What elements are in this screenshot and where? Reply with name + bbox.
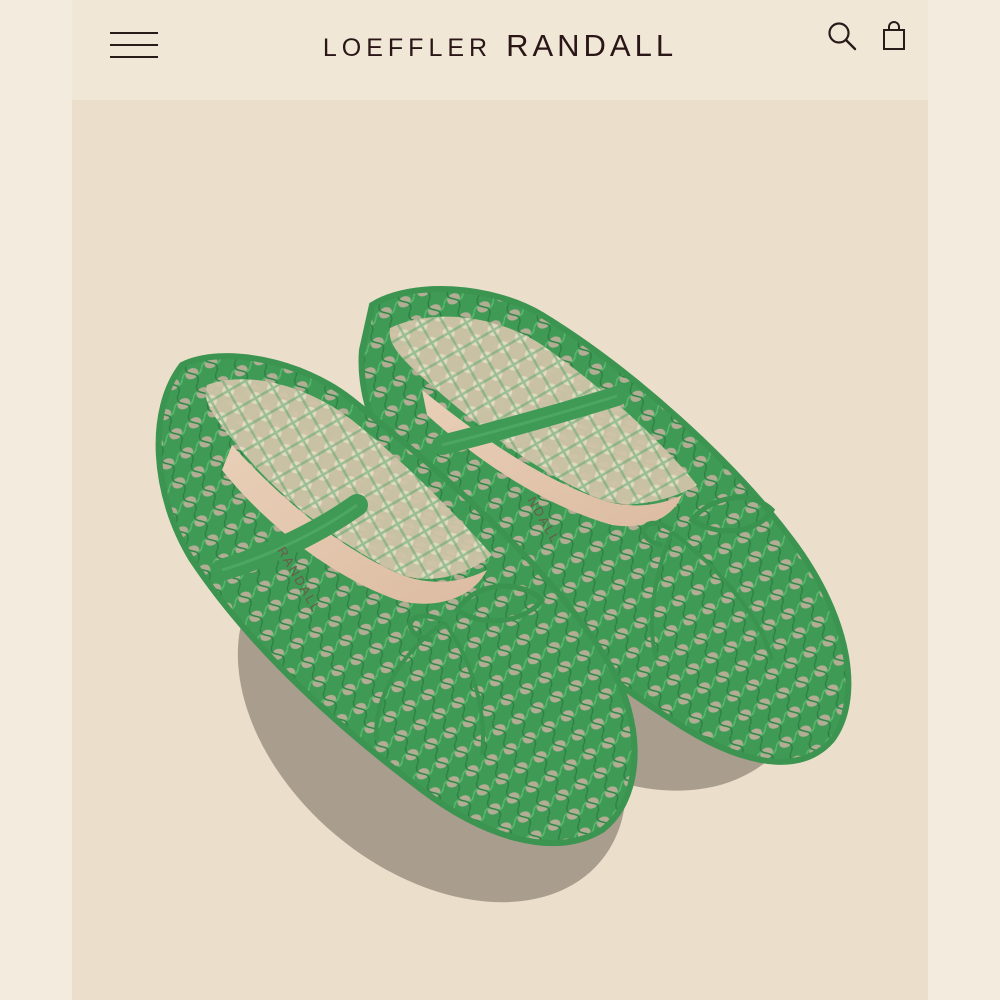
right-margin-band [928, 0, 1000, 1000]
product-image-area: NDALL RANDALL [72, 100, 928, 1000]
page-frame: LOEFFLER RANDALL NDALL RANDALL [0, 0, 1000, 1000]
brand-name-first: LOEFFLER [322, 34, 493, 62]
brand-logo[interactable]: LOEFFLER RANDALL [72, 28, 928, 64]
search-icon[interactable] [826, 20, 858, 52]
shopping-bag-icon[interactable] [878, 20, 910, 52]
product-image-woven-ballet-flats: NDALL RANDALL [155, 285, 852, 903]
brand-name-second: RANDALL [506, 28, 678, 63]
left-margin-band [0, 0, 72, 1000]
site-header: LOEFFLER RANDALL [72, 0, 928, 100]
